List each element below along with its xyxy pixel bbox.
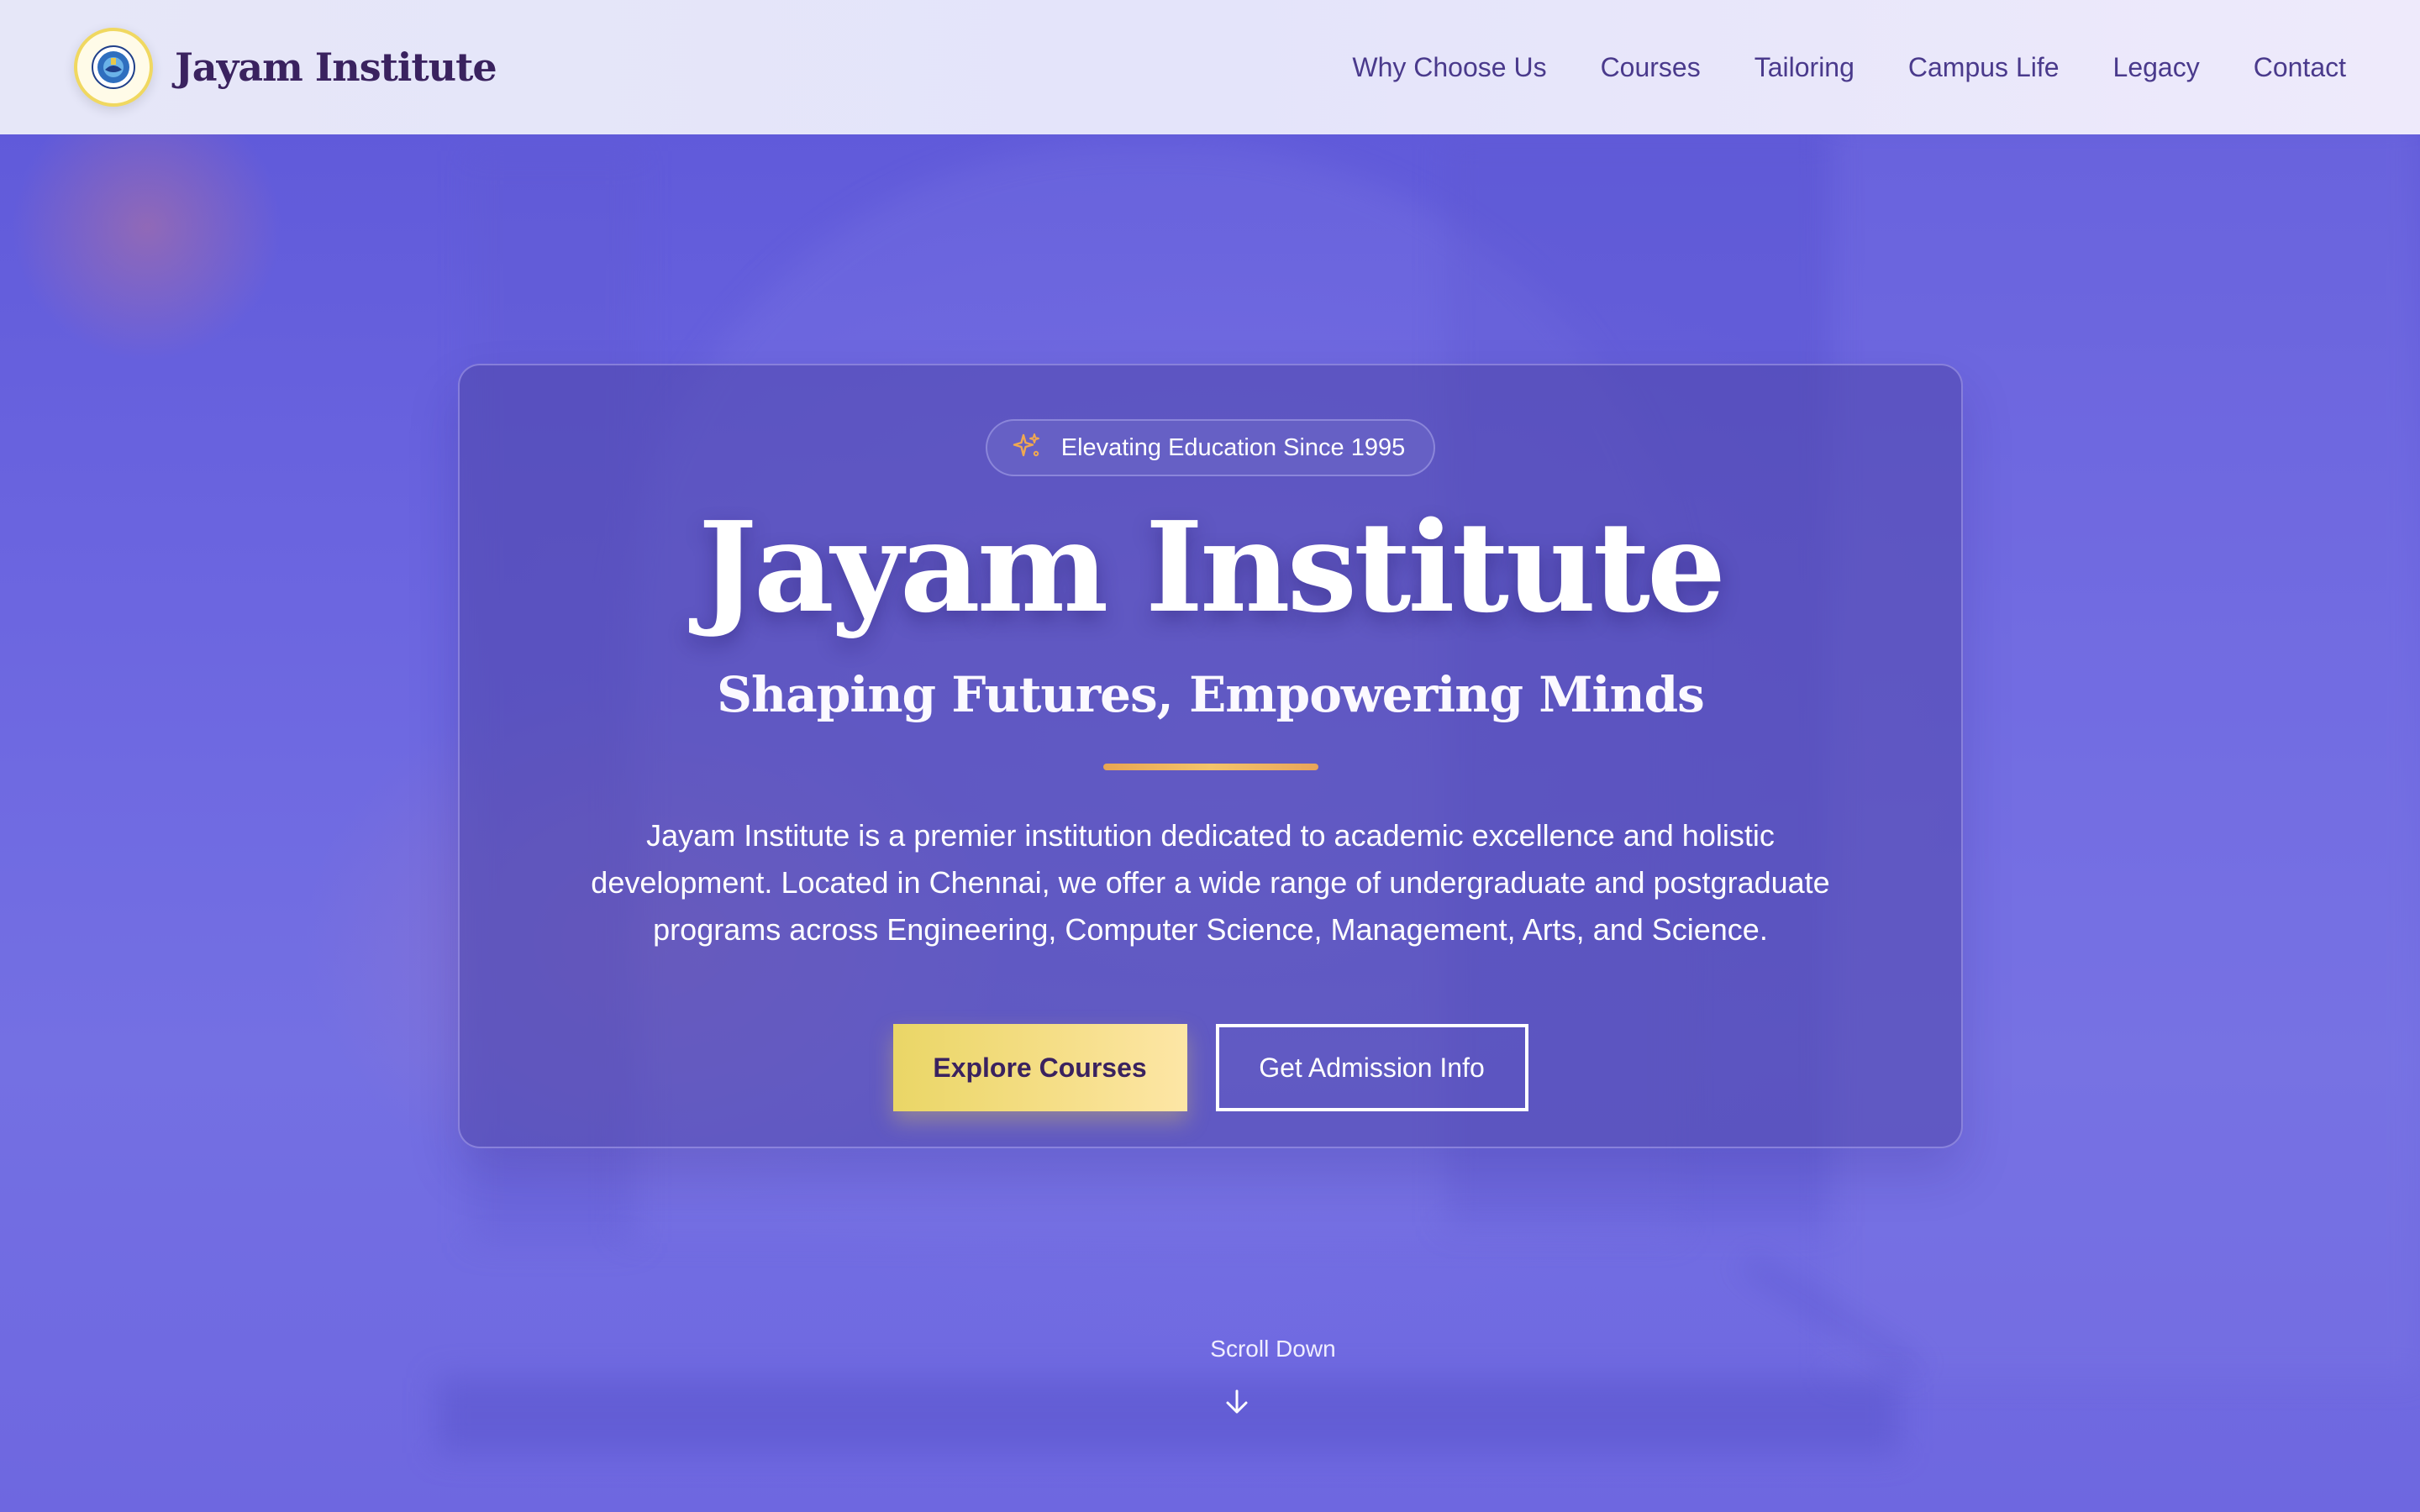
nav-link-why-choose-us[interactable]: Why Choose Us bbox=[1352, 52, 1546, 83]
hero-card: Elevating Education Since 1995 Jayam Ins… bbox=[458, 364, 1963, 1148]
nav-links: Why Choose Us Courses Tailoring Campus L… bbox=[1352, 52, 2346, 83]
explore-courses-button[interactable]: Explore Courses bbox=[892, 1024, 1187, 1111]
sparkles-icon bbox=[1013, 432, 1041, 465]
hero-description: Jayam Institute is a premier institution… bbox=[591, 818, 1830, 947]
nav-link-legacy[interactable]: Legacy bbox=[2113, 52, 2200, 83]
nav-link-courses[interactable]: Courses bbox=[1601, 52, 1701, 83]
hero-badge: Elevating Education Since 1995 bbox=[985, 419, 1436, 476]
admission-info-button[interactable]: Get Admission Info bbox=[1215, 1024, 1528, 1111]
nav-link-campus-life[interactable]: Campus Life bbox=[1908, 52, 2060, 83]
page: Jayam Institute Why Choose Us Courses Ta… bbox=[0, 0, 2420, 1512]
hero-subtitle: Shaping Futures, Empowering Minds bbox=[717, 666, 1705, 723]
accent-divider bbox=[1102, 764, 1318, 770]
badge-text: Elevating Education Since 1995 bbox=[1060, 433, 1406, 461]
brand[interactable]: Jayam Institute bbox=[74, 28, 497, 107]
background-floor bbox=[437, 1378, 1899, 1453]
brand-name[interactable]: Jayam Institute bbox=[175, 45, 497, 90]
hero-title: Jayam Institute bbox=[697, 494, 1726, 640]
institute-seal-icon[interactable] bbox=[74, 28, 153, 107]
nav-link-contact[interactable]: Contact bbox=[2254, 52, 2346, 83]
scroll-down-label[interactable]: Scroll Down bbox=[1210, 1336, 1335, 1362]
nav-link-tailoring[interactable]: Tailoring bbox=[1754, 52, 1854, 83]
cta-row: Explore Courses Get Admission Info bbox=[892, 1024, 1528, 1111]
scroll-down-hint[interactable]: Scroll Down bbox=[1202, 1336, 1344, 1420]
arrow-down-icon[interactable] bbox=[1223, 1388, 1251, 1420]
navbar: Jayam Institute Why Choose Us Courses Ta… bbox=[0, 0, 2420, 134]
